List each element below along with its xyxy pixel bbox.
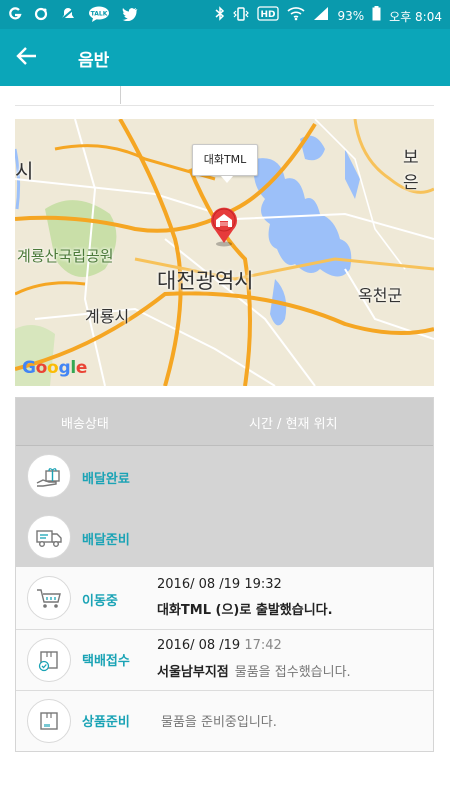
step-status: 상품준비	[82, 715, 130, 730]
step-message-text: 물품을 접수했습니다.	[234, 665, 351, 680]
clock: 오후 8:04	[389, 9, 442, 24]
tracking-step: 배달준비	[16, 515, 433, 567]
talk-label: TALK	[91, 11, 108, 18]
terminal-callout[interactable]: 대화TML	[192, 144, 258, 183]
step-icon-circle	[27, 454, 71, 498]
warehouse-pin-icon	[211, 207, 237, 247]
notification-icons: TALK	[8, 6, 138, 27]
summary-card-bottom	[15, 86, 434, 106]
step-date: 2016/ 08 /19	[157, 638, 241, 653]
bluetooth-icon	[215, 6, 225, 26]
step-location: 서울남부지점	[157, 665, 229, 680]
tracking-step: 배달완료	[16, 454, 433, 512]
cart-icon	[37, 589, 61, 608]
step-icon-circle	[27, 699, 71, 743]
back-button[interactable]	[14, 45, 40, 71]
location-pin[interactable]	[204, 203, 244, 247]
g-icon	[8, 7, 22, 26]
card-divider	[120, 86, 121, 104]
hd-label: HD	[261, 10, 276, 20]
step-icon-circle	[27, 515, 71, 559]
header-status: 배송상태	[61, 417, 109, 432]
delivery-map[interactable]: 시 보은 계룡산국립공원 대전광역시 옥천군 계룡시 대화TML Google	[15, 119, 434, 386]
o-icon	[34, 7, 48, 26]
step-message: 물품을 준비중입니다.	[157, 711, 277, 730]
vibrate-icon	[233, 6, 250, 26]
map-label-okcheon: 옥천군	[358, 286, 403, 305]
highway	[15, 281, 86, 296]
step-status: 택배접수	[82, 654, 130, 669]
tracking-step: 상품준비 물품을 준비중입니다.	[16, 691, 433, 751]
step-message-text: 물품을 준비중입니다.	[161, 715, 277, 730]
battery-icon	[372, 6, 381, 26]
step-message: 서울남부지점 물품을 접수했습니다.	[157, 661, 351, 680]
silent-mode-icon	[60, 7, 76, 26]
box-icon	[40, 712, 58, 730]
twitter-icon	[122, 7, 138, 26]
step-icon-circle	[27, 576, 71, 620]
delivery-truck-icon	[36, 530, 62, 548]
wifi-icon	[287, 6, 306, 26]
step-clock: 17:42	[244, 638, 282, 653]
page-title: 음반	[78, 51, 110, 71]
step-message-text: 대화TML (으)로 출발했습니다.	[157, 603, 333, 618]
step-status: 이동중	[82, 594, 118, 609]
step-time: 2016/ 08 /19 19:32	[157, 577, 282, 592]
signal-icon	[313, 6, 329, 26]
talk-icon: TALK	[88, 6, 110, 27]
tracking-header: 배송상태 시간 / 현재 위치	[16, 398, 433, 446]
map-label-gyeryong: 계룡시	[85, 307, 130, 326]
map-label-gyeryongsan: 계룡산국립공원	[17, 247, 114, 265]
system-icons: HD 93% 오후 8:04	[215, 6, 442, 26]
tracking-step: 이동중 2016/ 08 /19 19:32 대화TML (으)로 출발했습니다…	[16, 567, 433, 629]
hd-icon: HD	[257, 6, 280, 26]
arrow-left-icon	[16, 47, 36, 65]
package-check-icon	[38, 651, 58, 672]
google-logo: Google	[22, 358, 88, 378]
step-message: 대화TML (으)로 출발했습니다.	[157, 599, 333, 618]
tracking-table: 배송상태 시간 / 현재 위치 배달완료 배달준비 이동중 2016/ 08 /…	[15, 397, 434, 752]
map-label-boeun: 보은	[403, 148, 419, 193]
map-label-daejeon: 대전광역시	[157, 269, 254, 293]
app-bar: 음반	[0, 29, 450, 86]
gift-hand-icon	[36, 468, 60, 487]
status-bar: TALK HD 93% 오후 8:04	[0, 0, 450, 29]
step-icon-circle	[27, 638, 71, 682]
tracking-step: 택배접수 2016/ 08 /19 17:42 서울남부지점 물품을 접수했습니다…	[16, 630, 433, 690]
header-time-location: 시간 / 현재 위치	[249, 417, 338, 432]
map-label-si: 시	[15, 159, 34, 183]
step-status: 배달완료	[82, 472, 130, 487]
step-time: 2016/ 08 /19 17:42	[157, 638, 282, 653]
battery-percent: 93%	[337, 9, 365, 23]
step-status: 배달준비	[82, 533, 130, 548]
